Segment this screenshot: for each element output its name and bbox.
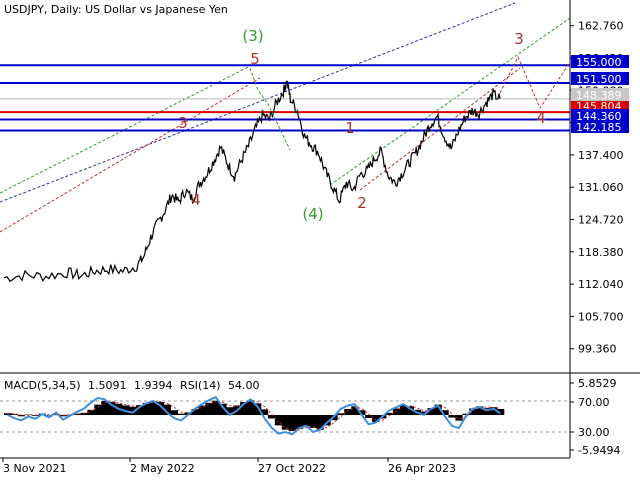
macd-bar-24 [170, 410, 178, 415]
price-panel-background [0, 0, 570, 373]
x-tick-label-1: 2 May 2022 [130, 462, 195, 475]
level-tag-label-0: 155.000 [576, 56, 622, 69]
indicator-title: MACD(5,34,5) 1.5091 1.9394 RSI(14) 54.00 [4, 379, 264, 392]
level-tag-label-1: 151.500 [576, 73, 622, 86]
macd-bar-43 [302, 415, 310, 427]
macd-bar-52 [365, 415, 373, 419]
macd-bar-48 [337, 413, 345, 415]
level-tag-label-4: 142.185 [576, 121, 622, 134]
wave-label-3: (3) [242, 27, 263, 45]
macd-bar-49 [344, 408, 352, 415]
macd-bar-41 [288, 415, 296, 431]
rsi-label: RSI(14) [180, 379, 221, 392]
y-tick-label-7: 118.380 [578, 246, 624, 259]
chart-canvas: 3 4 5 (3) (4) 1 2 3 4 162.760156.420150.080143.7… [0, 0, 640, 475]
y-tick-label-0: 162.760 [578, 20, 624, 33]
indicator-y-axis: 5.8529 70.00 30.00 -5.9494 [570, 377, 620, 457]
symbol-label: USDJPY, Daily: [4, 3, 82, 16]
price-y-axis: 162.760156.420150.080143.740137.400131.0… [570, 20, 624, 356]
symbol-description: US Dollar vs Japanese Yen [85, 3, 228, 16]
macd-bar-25 [177, 413, 185, 415]
time-x-axis: 3 Nov 2021 2 May 2022 27 Oct 2022 26 Apr 20… [2, 458, 456, 475]
rsi-value: 54.00 [228, 379, 260, 392]
price-level-tags: 155.000151.500145.804144.360142.185148.3… [571, 55, 629, 134]
chart-title: USDJPY, Daily: US Dollar vs Japanese Yen [4, 3, 228, 16]
y-tick-label-8: 112.040 [578, 278, 624, 291]
wave-label-2: 5 [250, 50, 260, 68]
x-tick-label-0: 3 Nov 2021 [3, 462, 66, 475]
y-tick-label-4: 137.400 [578, 149, 624, 162]
wave-label-1: 4 [191, 191, 201, 209]
macd-histogram [4, 400, 505, 431]
macd-bar-13 [94, 404, 102, 415]
ind-tick-label-2: 30.00 [578, 426, 610, 439]
wave-label-4: (4) [302, 205, 323, 223]
y-tick-label-6: 124.720 [578, 214, 624, 227]
y-tick-label-10: 99.360 [578, 343, 617, 356]
macd-bar-29 [205, 402, 213, 415]
wave-label-7: 3 [514, 30, 524, 48]
wave-label-6: 2 [357, 194, 367, 212]
macd-bar-30 [212, 400, 220, 415]
ind-tick-label-0: 5.8529 [578, 377, 617, 390]
y-tick-label-9: 105.700 [578, 310, 624, 323]
x-tick-label-2: 27 Oct 2022 [258, 462, 326, 475]
macd-bar-38 [267, 415, 276, 419]
wave-label-5: 1 [345, 119, 355, 137]
price-panel: 3 4 5 (3) (4) 1 2 3 4 162.760156.420150.080143.7… [0, 0, 629, 373]
rsi-line [7, 395, 502, 436]
macd-value-2: 1.9394 [134, 379, 173, 392]
y-tick-label-5: 131.060 [578, 181, 624, 194]
macd-bar-40 [281, 415, 290, 430]
macd-label: MACD(5,34,5) [4, 379, 81, 392]
ind-tick-label-1: 70.00 [578, 396, 610, 409]
current-price-tag-label: 148.389 [576, 89, 622, 102]
ind-tick-label-3: -5.9494 [578, 444, 620, 457]
macd-bar-44 [309, 415, 317, 428]
macd-value-1: 1.5091 [88, 379, 127, 392]
wave-label-0: 3 [178, 114, 188, 132]
x-tick-label-3: 26 Apr 2023 [388, 462, 456, 475]
wave-label-8: 4 [536, 109, 546, 127]
